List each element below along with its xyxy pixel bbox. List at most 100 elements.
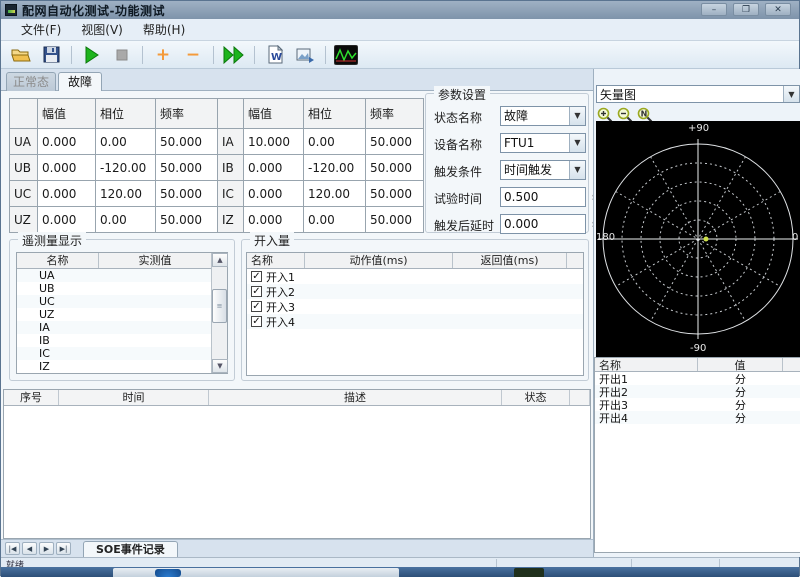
waveform-button[interactable] — [334, 44, 358, 66]
freq-cell[interactable]: 50.000 — [365, 180, 424, 207]
desc-header[interactable]: 描述 — [209, 390, 502, 405]
list-item[interactable]: UZ — [17, 308, 212, 321]
phase-cell[interactable]: 0.00 — [95, 128, 156, 155]
add-button[interactable]: + — [151, 44, 175, 66]
scroll-up-icon[interactable]: ▲ — [212, 253, 228, 267]
menu-help[interactable]: 帮助(H) — [133, 19, 195, 40]
start-button[interactable] — [80, 44, 104, 66]
prev-tab-icon[interactable]: ◀ — [22, 542, 37, 555]
test-time-label: 试验时间 — [434, 192, 483, 206]
last-tab-icon[interactable]: ▶| — [56, 542, 71, 555]
word-report-button[interactable]: W — [263, 44, 287, 66]
device-name-label: 设备名称 — [434, 138, 483, 152]
vector-chart[interactable]: +90 -90 180 0 — [596, 121, 800, 357]
stop-button[interactable] — [110, 44, 134, 66]
table-row: UB 0.000 -120.00 50.000 — [9, 154, 218, 181]
first-tab-icon[interactable]: |◀ — [5, 542, 20, 555]
digital-input-group: 开入量 名称 动作值(ms) 返回值(ms) ✓ 开入1 ✓ 开入2 ✓ 开入3 — [241, 232, 589, 381]
amp-cell[interactable]: 0.000 — [37, 154, 96, 181]
freq-cell[interactable]: 50.000 — [155, 128, 218, 155]
window-title: 配网自动化测试-功能测试 — [22, 3, 165, 18]
freq-cell[interactable]: 50.000 — [365, 206, 424, 233]
phase-cell[interactable]: 120.00 — [95, 180, 156, 207]
spacer-header — [570, 390, 590, 405]
checkbox-checked[interactable]: ✓ — [251, 286, 262, 297]
amp-cell[interactable]: 0.000 — [37, 128, 96, 155]
list-item[interactable]: ✓ 开入3 — [247, 299, 583, 314]
stop-square-icon — [116, 49, 128, 60]
checkbox-checked[interactable]: ✓ — [251, 316, 262, 327]
toolbar-separator — [254, 45, 255, 64]
device-name-select[interactable]: FTU1 ▼ — [500, 133, 586, 153]
vector-point — [703, 236, 709, 242]
amp-cell[interactable]: 10.000 — [243, 128, 304, 155]
freq-cell[interactable]: 50.000 — [365, 128, 424, 155]
tab-normal-state[interactable]: 正常态 — [6, 72, 56, 91]
menu-file[interactable]: 文件(F) — [11, 19, 71, 40]
amp-cell[interactable]: 0.000 — [243, 206, 304, 233]
phase-cell[interactable]: -120.00 — [303, 154, 366, 181]
list-item[interactable]: IZ — [17, 360, 212, 373]
amp-cell[interactable]: 0.000 — [37, 180, 96, 207]
scrollbar-thumb[interactable]: ≡ — [212, 289, 227, 323]
chevron-down-icon[interactable]: ▼ — [569, 107, 585, 125]
phase-cell[interactable]: 0.00 — [303, 128, 366, 155]
chevron-down-icon[interactable]: ▼ — [783, 86, 799, 102]
minus-icon: − — [185, 44, 201, 65]
open-button[interactable] — [9, 44, 33, 66]
freq-cell[interactable]: 50.000 — [365, 154, 424, 181]
phase-cell[interactable]: 0.00 — [303, 206, 366, 233]
state-name-select[interactable]: 故障 ▼ — [500, 106, 586, 126]
amp-cell[interactable]: 0.000 — [243, 180, 304, 207]
minimize-button[interactable]: – — [701, 3, 727, 16]
list-item[interactable]: ✓ 开入4 — [247, 314, 583, 329]
phase-cell[interactable]: 0.00 — [95, 206, 156, 233]
trigger-delay-input[interactable] — [500, 214, 586, 234]
table-row[interactable]: 开出4 分 — [595, 411, 800, 425]
tab-soe-event-log[interactable]: SOE事件记录 — [83, 540, 178, 557]
fast-forward-button[interactable] — [222, 44, 246, 66]
telemetry-scrollbar[interactable]: ▲ ≡ ▼ — [211, 253, 228, 373]
status-header[interactable]: 状态 — [502, 390, 570, 405]
list-item[interactable]: UA — [17, 269, 212, 282]
name-header: 名称 — [595, 358, 698, 371]
freq-cell[interactable]: 50.000 — [155, 206, 218, 233]
freq-cell[interactable]: 50.000 — [155, 180, 218, 207]
amp-cell[interactable]: 0.000 — [37, 206, 96, 233]
list-item[interactable]: UC — [17, 295, 212, 308]
export-image-button[interactable] — [293, 44, 317, 66]
save-button[interactable] — [39, 44, 63, 66]
maximize-button[interactable]: ❐ — [733, 3, 759, 16]
chevron-down-icon[interactable]: ▼ — [569, 134, 585, 152]
phase-cell[interactable]: -120.00 — [95, 154, 156, 181]
name-header: 名称 — [247, 253, 305, 268]
list-item[interactable]: IA — [17, 321, 212, 334]
list-item[interactable]: ✓ 开入1 — [247, 269, 583, 284]
checkbox-checked[interactable]: ✓ — [251, 271, 262, 282]
remove-button[interactable]: − — [181, 44, 205, 66]
phase-cell[interactable]: 120.00 — [303, 180, 366, 207]
scroll-down-icon[interactable]: ▼ — [212, 359, 228, 373]
next-tab-icon[interactable]: ▶ — [39, 542, 54, 555]
chevron-down-icon[interactable]: ▼ — [569, 161, 585, 179]
freq-header: 频率 — [365, 98, 424, 129]
telemetry-group: 遥测量显示 名称 实测值 UA UB UC UZ IA IB IC IZ ▲ ≡… — [9, 232, 235, 381]
group-title: 参数设置 — [434, 86, 491, 103]
test-time-input[interactable] — [500, 187, 586, 207]
list-item[interactable]: ✓ 开入2 — [247, 284, 583, 299]
list-item[interactable]: IB — [17, 334, 212, 347]
list-item[interactable]: UB — [17, 282, 212, 295]
tab-fault-state[interactable]: 故障 — [58, 72, 102, 92]
checkbox-checked[interactable]: ✓ — [251, 301, 262, 312]
soe-event-table: 序号 时间 描述 状态 — [3, 389, 591, 539]
trigger-condition-select[interactable]: 时间触发 ▼ — [500, 160, 586, 180]
amp-cell[interactable]: 0.000 — [243, 154, 304, 181]
time-header[interactable]: 时间 — [59, 390, 209, 405]
menu-view[interactable]: 视图(V) — [71, 19, 133, 40]
freq-cell[interactable]: 50.000 — [155, 154, 218, 181]
list-item[interactable]: IC — [17, 347, 212, 360]
app-window: 配网自动化测试-功能测试 – ❐ ✕ 文件(F) 视图(V) 帮助(H) + −… — [0, 0, 800, 577]
close-button[interactable]: ✕ — [765, 3, 791, 16]
view-mode-select[interactable]: 矢量图 ▼ — [596, 85, 800, 103]
no-header[interactable]: 序号 — [4, 390, 59, 405]
